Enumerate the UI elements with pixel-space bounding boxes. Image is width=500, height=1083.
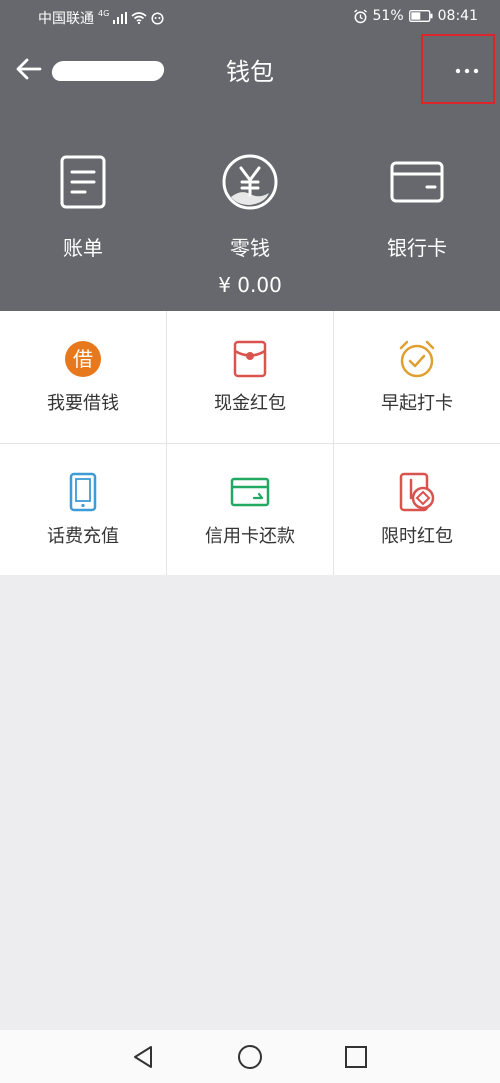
service-credit-card-repay-label: 信用卡还款 bbox=[205, 526, 295, 547]
loan-icon-text: 借 bbox=[73, 347, 93, 371]
network-type: 4G bbox=[98, 8, 110, 18]
loan-icon: 借 bbox=[0, 339, 166, 379]
carrier-label: 中国联通 bbox=[38, 11, 94, 27]
bank-card-icon bbox=[352, 152, 482, 212]
bill-entry[interactable]: 账单 bbox=[18, 152, 148, 261]
cash-red-packet-icon bbox=[167, 339, 333, 379]
service-phone-recharge[interactable]: 话费充值 bbox=[0, 444, 166, 575]
service-loan-label: 我要借钱 bbox=[47, 393, 119, 414]
status-bar: 中国联通 4G 51% 08:41 bbox=[0, 0, 500, 34]
bank-card-label: 银行卡 bbox=[387, 236, 447, 260]
yuan-coin-icon bbox=[185, 152, 315, 212]
nav-back-button[interactable] bbox=[131, 1044, 157, 1070]
bill-icon bbox=[18, 152, 148, 212]
service-cash-red-packet-label: 现金红包 bbox=[214, 393, 286, 414]
bill-label: 账单 bbox=[63, 236, 103, 260]
title-bar: 钱包 bbox=[0, 34, 500, 104]
service-loan[interactable]: 借 我要借钱 bbox=[0, 311, 166, 443]
battery-icon bbox=[408, 10, 433, 22]
status-left: 中国联通 4G bbox=[38, 8, 164, 28]
system-nav-bar bbox=[0, 1030, 500, 1083]
service-limited-red-packet-label: 限时红包 bbox=[381, 526, 453, 547]
service-cash-red-packet[interactable]: 现金红包 bbox=[167, 311, 333, 443]
service-early-checkin-label: 早起打卡 bbox=[381, 393, 453, 414]
bank-card-entry[interactable]: 银行卡 bbox=[352, 152, 482, 261]
notification-icon bbox=[151, 11, 164, 25]
more-dots-icon bbox=[455, 68, 479, 74]
square-recents-icon bbox=[345, 1046, 367, 1068]
circle-home-icon bbox=[238, 1045, 262, 1069]
nav-home-button[interactable] bbox=[237, 1044, 263, 1070]
services-grid: 借 我要借钱 现金红包 早起打卡 话费充值 信用卡还款 限时红包 bbox=[0, 311, 500, 575]
nav-recents-button[interactable] bbox=[343, 1044, 369, 1070]
service-limited-red-packet[interactable]: 限时红包 bbox=[334, 444, 500, 575]
service-phone-recharge-label: 话费充值 bbox=[47, 526, 119, 547]
change-entry[interactable]: 零钱 ¥ 0.00 bbox=[185, 152, 315, 297]
clock-time: 08:41 bbox=[437, 8, 478, 24]
more-options-button[interactable] bbox=[421, 34, 495, 104]
change-balance: ¥ 0.00 bbox=[218, 273, 282, 297]
alarm-clock-icon bbox=[334, 339, 500, 379]
wifi-icon bbox=[131, 12, 147, 24]
triangle-back-icon bbox=[134, 1046, 152, 1068]
phone-recharge-icon bbox=[0, 472, 166, 512]
limited-red-packet-icon bbox=[334, 472, 500, 512]
battery-percent: 51% bbox=[372, 8, 404, 24]
change-label: 零钱 bbox=[230, 236, 270, 260]
credit-card-icon bbox=[167, 472, 333, 512]
service-credit-card-repay[interactable]: 信用卡还款 bbox=[167, 444, 333, 575]
status-right: 51% 08:41 bbox=[353, 8, 478, 24]
signal-icon bbox=[113, 12, 128, 24]
alarm-icon bbox=[353, 8, 368, 24]
wallet-header-panel: 中国联通 4G 51% 08:41 钱包 账单 零钱 ¥ 0.00 银行卡 bbox=[0, 0, 500, 311]
service-early-checkin[interactable]: 早起打卡 bbox=[334, 311, 500, 443]
